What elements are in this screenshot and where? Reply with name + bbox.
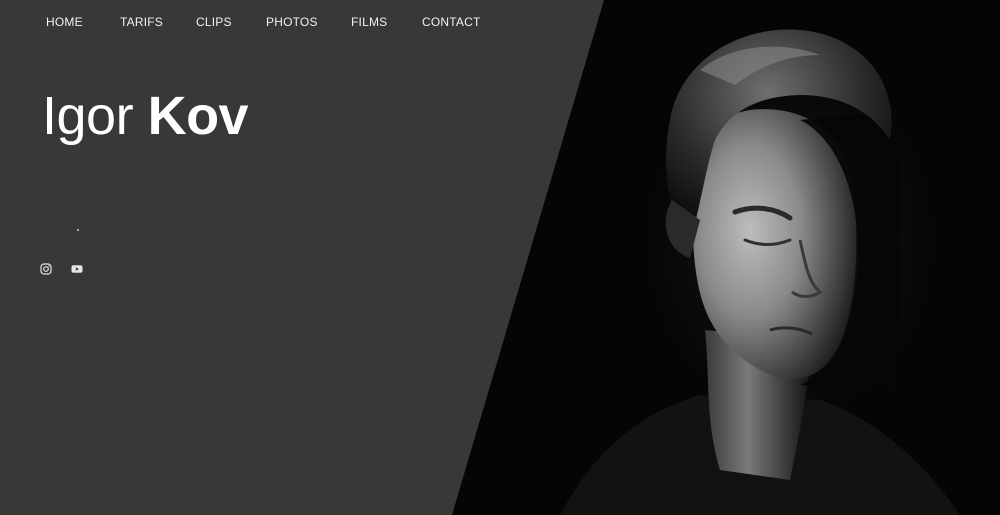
nav-item-films[interactable]: FILMS: [351, 15, 387, 29]
title-first-name: Igor: [42, 86, 134, 146]
instagram-icon[interactable]: [40, 262, 52, 275]
nav-item-clips[interactable]: CLIPS: [196, 15, 232, 29]
title-last-name: Kov: [147, 86, 249, 146]
decorative-dot: [77, 229, 79, 231]
nav-item-photos[interactable]: PHOTOS: [266, 15, 318, 29]
page: HOME TARIFS CLIPS PHOTOS FILMS CONTACT I…: [0, 0, 1000, 515]
youtube-icon[interactable]: [71, 262, 83, 274]
nav-item-home[interactable]: HOME: [46, 15, 83, 29]
nav-item-tarifs[interactable]: TARIFS: [120, 15, 163, 29]
social-links: [40, 262, 100, 276]
nav-item-contact[interactable]: CONTACT: [422, 15, 481, 29]
page-title: Igor Kov: [42, 82, 249, 150]
